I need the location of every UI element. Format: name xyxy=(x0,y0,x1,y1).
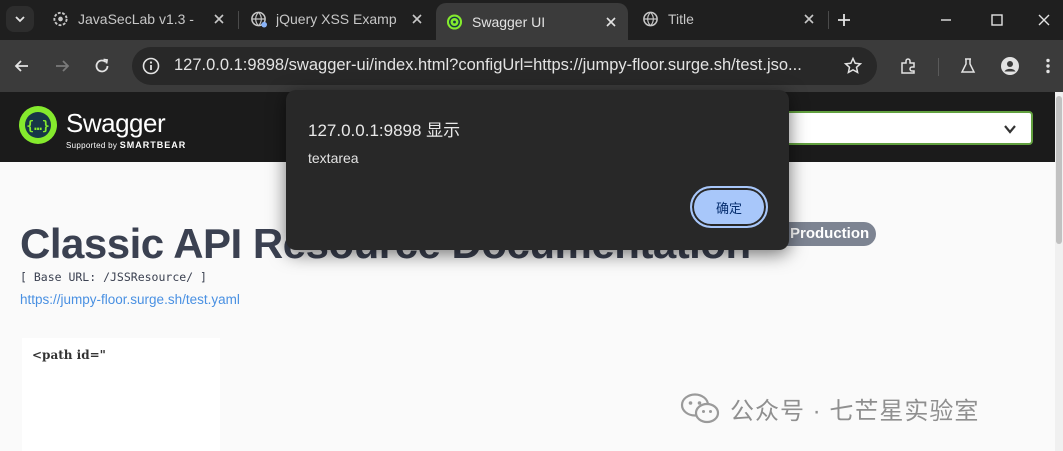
browser-toolbar: 127.0.0.1:9898/swagger-ui/index.html?con… xyxy=(0,40,1063,92)
tab-title: Swagger UI xyxy=(472,13,546,30)
reload-icon[interactable] xyxy=(92,56,112,76)
swagger-logo-icon[interactable]: {…} xyxy=(18,105,58,145)
bookmark-star-icon[interactable] xyxy=(843,56,863,76)
tab-separator xyxy=(238,11,239,29)
tab-separator xyxy=(828,11,829,29)
tab-strip: JavaSecLab v1.3 - jQuery XSS Examp Swagg… xyxy=(0,0,1063,40)
description-box: <path id=" xyxy=(22,338,220,451)
alert-dialog: 127.0.0.1:9898 显示 textarea 确定 xyxy=(286,90,789,250)
tab-javaseclab[interactable]: JavaSecLab v1.3 - xyxy=(42,4,236,34)
url-text[interactable]: 127.0.0.1:9898/swagger-ui/index.html?con… xyxy=(174,56,824,75)
tab-title: jQuery XSS Examp xyxy=(276,11,397,27)
description-snippet: <path id=" xyxy=(32,348,106,362)
extensions-icon[interactable] xyxy=(898,56,918,76)
forward-arrow-icon[interactable] xyxy=(52,56,72,76)
watermark: 公众号 · 七芒星实验室 xyxy=(680,390,979,426)
gear-icon xyxy=(53,11,68,27)
swagger-brand: Swagger xyxy=(66,108,166,138)
ok-button[interactable]: 确定 xyxy=(690,186,768,228)
tab-title-page[interactable]: Title xyxy=(632,4,826,34)
close-icon[interactable] xyxy=(212,12,226,26)
alert-title: 127.0.0.1:9898 显示 xyxy=(308,121,461,140)
kebab-menu-icon[interactable] xyxy=(1038,56,1058,76)
site-info-icon[interactable] xyxy=(142,57,160,75)
tab-title: Title xyxy=(668,11,694,27)
tab-jquery-xss[interactable]: jQuery XSS Examp xyxy=(240,4,434,34)
wechat-icon xyxy=(680,393,720,424)
swagger-icon xyxy=(446,13,463,30)
toolbar-divider xyxy=(938,58,939,76)
spec-definition-select[interactable] xyxy=(784,111,1033,145)
tab-swagger-ui[interactable]: Swagger UI xyxy=(436,3,628,40)
address-bar[interactable]: 127.0.0.1:9898/swagger-ui/index.html?con… xyxy=(132,47,877,85)
watermark-text: 公众号 · 七芒星实验室 xyxy=(730,397,980,425)
close-icon[interactable] xyxy=(802,12,816,26)
alert-message: textarea xyxy=(308,150,359,166)
globe-icon xyxy=(251,11,267,28)
back-arrow-icon[interactable] xyxy=(12,56,32,76)
close-icon[interactable] xyxy=(604,15,618,29)
page-scrollbar[interactable] xyxy=(1055,92,1063,451)
spec-url-link[interactable]: https://jumpy-floor.surge.sh/test.yaml xyxy=(20,292,240,307)
globe-icon xyxy=(643,11,658,27)
window-close-icon[interactable] xyxy=(1034,10,1054,30)
supported-by-smartbear: Supported by SMARTBEAR xyxy=(66,140,186,150)
base-url: [ Base URL: /JSSResource/ ] xyxy=(20,270,207,284)
minimize-icon[interactable] xyxy=(936,10,956,30)
supported-by-text: Supported by xyxy=(66,141,118,150)
chevron-down-icon xyxy=(15,16,25,23)
labs-flask-icon[interactable] xyxy=(958,56,978,76)
maximize-icon[interactable] xyxy=(987,10,1007,30)
new-tab-icon[interactable] xyxy=(834,10,854,30)
chevron-down-icon xyxy=(1004,125,1016,134)
tab-title: JavaSecLab v1.3 - xyxy=(78,11,194,27)
svg-text:{…}: {…} xyxy=(26,119,49,134)
scrollbar-thumb[interactable] xyxy=(1056,96,1062,244)
profile-avatar-icon[interactable] xyxy=(1000,56,1020,76)
close-icon[interactable] xyxy=(410,12,424,26)
tab-search-button[interactable] xyxy=(6,6,34,32)
smartbear-text: SMARTBEAR xyxy=(119,140,187,150)
